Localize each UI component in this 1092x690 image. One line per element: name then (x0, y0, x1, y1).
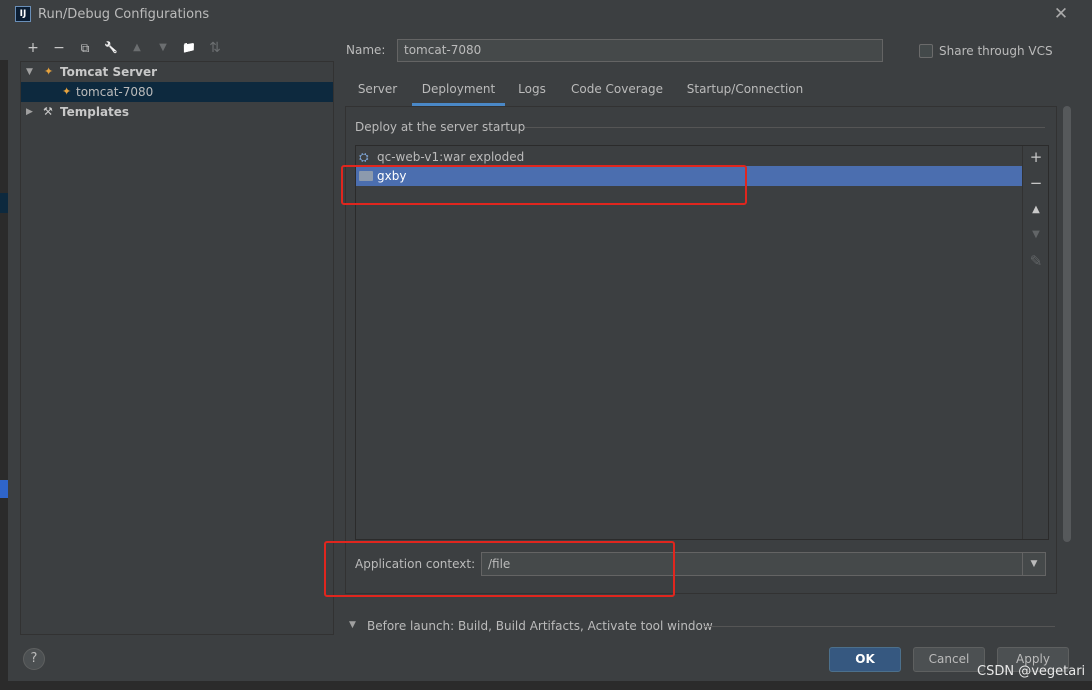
before-launch-header[interactable]: Before launch: Build, Build Artifacts, A… (367, 619, 713, 633)
list-divider (1022, 146, 1023, 539)
deployment-item-artifact[interactable]: ⛭ qc-web-v1:war exploded (356, 147, 1022, 167)
background-window-selection (0, 480, 8, 498)
ok-button[interactable]: OK (829, 647, 901, 672)
new-folder-icon[interactable]: 📁 (180, 39, 198, 57)
tab-startup-connection[interactable]: Startup/Connection (686, 78, 804, 106)
edit-pencil-icon[interactable]: ✎ (1027, 252, 1045, 270)
tree-item-label: Tomcat Server (60, 65, 158, 79)
chevron-down-icon[interactable]: ▼ (349, 620, 356, 630)
name-input[interactable]: tomcat-7080 (397, 39, 883, 62)
background-window-edge (0, 60, 8, 681)
artifact-icon: ⛭ (359, 150, 369, 164)
deploy-section-title: Deploy at the server startup (355, 120, 526, 134)
section-divider (703, 626, 1055, 627)
tab-code-coverage[interactable]: Code Coverage (568, 78, 666, 106)
intellij-app-icon: IJ (15, 6, 31, 22)
remove-deployment-icon[interactable]: − (1027, 174, 1045, 192)
tomcat-icon: ✦ (44, 65, 54, 78)
scrollbar[interactable] (1063, 106, 1071, 542)
help-button[interactable]: ? (23, 648, 45, 670)
window-title: Run/Debug Configurations (38, 7, 210, 22)
cancel-button[interactable]: Cancel (913, 647, 985, 672)
tomcat-icon: ✦ (62, 85, 72, 98)
background-window-strip (0, 681, 1092, 690)
tree-item-tomcat-7080[interactable]: ✦ tomcat-7080 (21, 82, 333, 102)
move-down-icon[interactable]: ▼ (1027, 226, 1045, 244)
share-through-vcs-label[interactable]: Share through VCS (939, 44, 1053, 58)
wrench-icon: ⚒ (43, 105, 53, 118)
tree-item-label: tomcat-7080 (76, 85, 154, 99)
share-through-vcs-checkbox[interactable] (919, 44, 933, 58)
sort-configurations-icon[interactable]: ⇅ (206, 39, 224, 57)
section-divider (525, 127, 1045, 128)
copy-configuration-icon[interactable]: ⧉ (76, 39, 94, 57)
tree-item-templates[interactable]: ▶ ⚒ Templates (21, 102, 333, 122)
chevron-right-icon[interactable]: ▶ (26, 102, 33, 122)
edit-defaults-wrench-icon[interactable]: 🔧 (102, 39, 120, 57)
add-deployment-icon[interactable]: + (1027, 148, 1045, 166)
name-label: Name: (346, 43, 386, 57)
remove-configuration-icon[interactable]: − (50, 39, 68, 57)
tab-deployment[interactable]: Deployment (412, 78, 505, 106)
annotation-box-app-context (324, 541, 675, 597)
deployment-item-label: qc-web-v1:war exploded (377, 150, 525, 164)
add-configuration-icon[interactable]: + (24, 39, 42, 57)
csdn-watermark: CSDN @vegetari (977, 664, 1086, 679)
annotation-box-gxby (341, 165, 747, 205)
background-window-selection (0, 193, 8, 213)
configuration-tree[interactable]: ▼ ✦ Tomcat Server ✦ tomcat-7080 ▶ ⚒ Temp… (20, 61, 334, 635)
close-icon[interactable]: ✕ (1052, 4, 1070, 24)
move-down-icon[interactable]: ▼ (154, 39, 172, 57)
tree-item-label: Templates (60, 105, 130, 119)
move-up-icon[interactable]: ▲ (128, 39, 146, 57)
tree-item-tomcat-server[interactable]: ▼ ✦ Tomcat Server (21, 62, 333, 82)
move-up-icon[interactable]: ▲ (1027, 201, 1045, 219)
chevron-down-icon[interactable]: ▼ (26, 62, 33, 82)
tab-server[interactable]: Server (355, 78, 400, 106)
tab-logs[interactable]: Logs (514, 78, 550, 106)
chevron-down-icon[interactable]: ▼ (1022, 553, 1045, 575)
